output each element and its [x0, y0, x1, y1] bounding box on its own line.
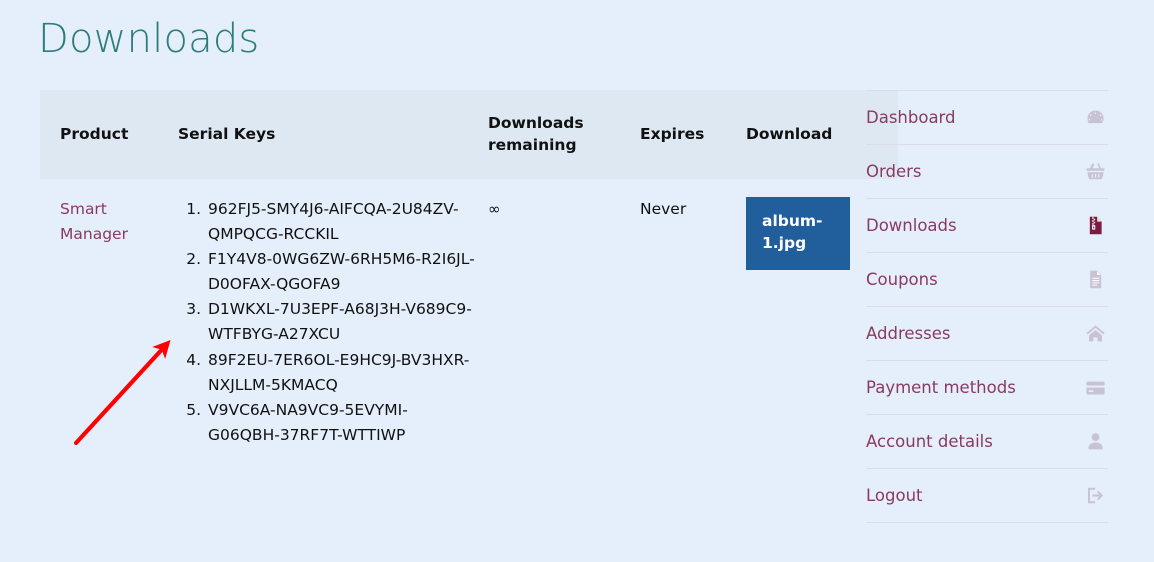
- column-header-product: Product: [60, 125, 129, 144]
- sidebar-item-payment-methods[interactable]: Payment methods: [866, 361, 1108, 414]
- serial-key-item: D1WKXL-7U3EPF-A68J3H-V689C9-WTFBYG-A27XC…: [206, 297, 478, 347]
- sidebar-item-logout[interactable]: Logout: [866, 469, 1108, 522]
- page-title: Downloads: [38, 16, 260, 62]
- sidebar-item-orders[interactable]: Orders: [866, 145, 1108, 198]
- serial-keys-list: 962FJ5-SMY4J6-AIFCQA-2U84ZV-QMPQCG-RCCKI…: [178, 197, 478, 448]
- expires-value: Never: [640, 199, 687, 218]
- table-header-row: Product Serial Keys Downloads remaining …: [40, 90, 898, 179]
- download-file-button[interactable]: album-1.jpg: [746, 196, 850, 271]
- nav-divider: [866, 522, 1108, 523]
- sidebar-item-addresses[interactable]: Addresses: [866, 307, 1108, 360]
- downloads-table-container: Product Serial Keys Downloads remaining …: [40, 90, 898, 449]
- sidebar-item-account-details[interactable]: Account details: [866, 415, 1108, 468]
- sidebar-item-downloads[interactable]: Downloads: [866, 199, 1108, 252]
- table-body: Smart Manager 962FJ5-SMY4J6-AIFCQA-2U84Z…: [40, 178, 898, 449]
- downloads-table: Product Serial Keys Downloads remaining …: [40, 90, 898, 449]
- file-archive-icon: [1084, 215, 1106, 237]
- sidebar-item-label: Downloads: [866, 215, 957, 235]
- sidebar-item-label: Orders: [866, 161, 922, 181]
- shopping-basket-icon: [1084, 161, 1106, 183]
- table-row: Smart Manager 962FJ5-SMY4J6-AIFCQA-2U84Z…: [40, 178, 898, 449]
- sidebar-item-label: Account details: [866, 431, 993, 451]
- serial-key-item: F1Y4V8-0WG6ZW-6RH5M6-R2I6JL-D0OFAX-QGOFA…: [206, 247, 478, 297]
- dashboard-gauge-icon: [1084, 107, 1106, 129]
- cell-expires: Never: [640, 179, 746, 448]
- sidebar-item-label: Logout: [866, 485, 923, 505]
- downloads-page: Downloads Product Serial Keys Downloads …: [0, 0, 1154, 562]
- column-header-serial-keys: Serial Keys: [178, 125, 276, 144]
- sidebar-item-dashboard[interactable]: Dashboard: [866, 91, 1108, 144]
- account-sidebar-nav: Dashboard Orders Downloads Coupons Addresses…: [866, 90, 1108, 523]
- sidebar-item-label: Coupons: [866, 269, 938, 289]
- serial-key-item: 89F2EU-7ER6OL-E9HC9J-BV3HXR-NXJLLM-5KMAC…: [206, 348, 478, 398]
- document-icon: [1084, 269, 1106, 291]
- credit-card-icon: [1084, 377, 1106, 399]
- column-header-expires: Expires: [640, 125, 705, 144]
- column-header-downloads-remaining: Downloads remaining: [488, 114, 584, 155]
- table-head: Product Serial Keys Downloads remaining …: [40, 90, 898, 179]
- sidebar-item-coupons[interactable]: Coupons: [866, 253, 1108, 306]
- sidebar-item-label: Payment methods: [866, 377, 1016, 397]
- serial-key-item: V9VC6A-NA9VC9-5EVYMI-G06QBH-37RF7T-WTTIW…: [206, 398, 478, 448]
- product-link[interactable]: Smart Manager: [60, 197, 168, 247]
- downloads-remaining-value: ∞: [488, 199, 501, 218]
- serial-key-item: 962FJ5-SMY4J6-AIFCQA-2U84ZV-QMPQCG-RCCKI…: [206, 197, 478, 247]
- cell-downloads-remaining: ∞: [488, 179, 640, 448]
- cell-serial-keys: 962FJ5-SMY4J6-AIFCQA-2U84ZV-QMPQCG-RCCKI…: [178, 179, 488, 448]
- sign-out-icon: [1084, 485, 1106, 507]
- home-icon: [1084, 323, 1106, 345]
- sidebar-item-label: Dashboard: [866, 107, 956, 127]
- sidebar-item-label: Addresses: [866, 323, 951, 343]
- user-icon: [1084, 431, 1106, 453]
- cell-product: Smart Manager: [40, 179, 178, 448]
